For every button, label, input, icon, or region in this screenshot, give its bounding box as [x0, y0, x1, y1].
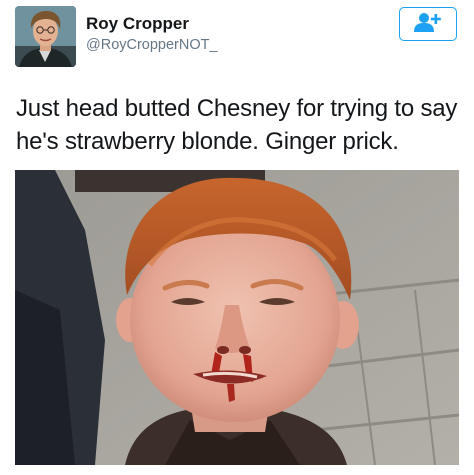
avatar[interactable] — [15, 6, 76, 67]
tweet-card: Roy Cropper @RoyCropperNOT_ Just head bu… — [0, 0, 474, 475]
follow-button[interactable] — [399, 7, 457, 41]
display-name[interactable]: Roy Cropper — [86, 14, 189, 34]
user-handle[interactable]: @RoyCropperNOT_ — [86, 37, 218, 53]
tweet-text: Just head butted Chesney for trying to s… — [16, 95, 458, 155]
tweet-image[interactable] — [15, 170, 459, 465]
add-user-icon — [413, 11, 443, 38]
